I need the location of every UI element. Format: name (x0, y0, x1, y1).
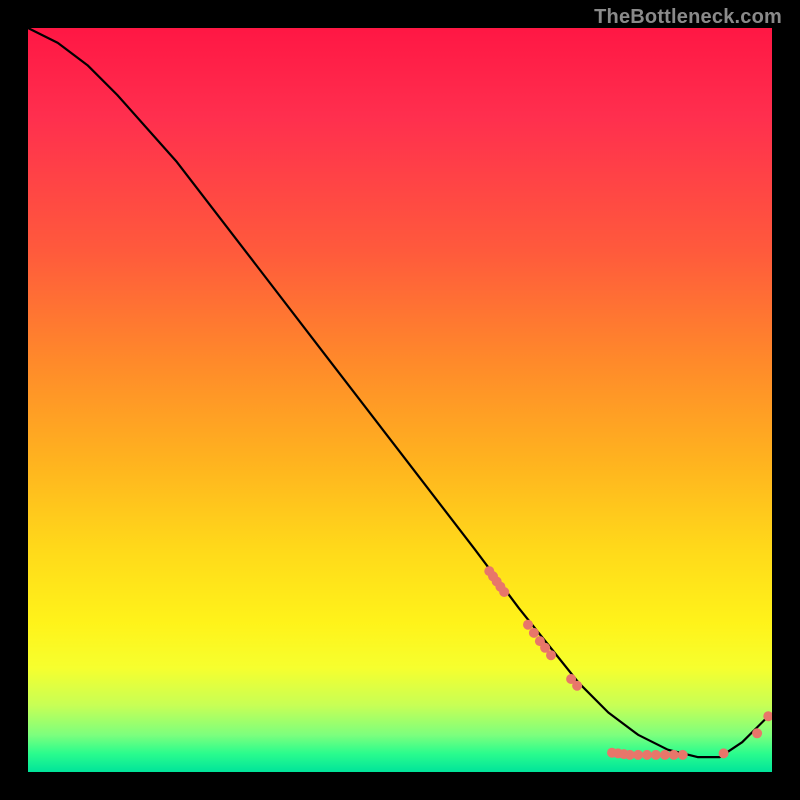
marker-dot (719, 748, 729, 758)
marker-dot (529, 628, 539, 638)
curve-layer (28, 28, 772, 772)
chart-stage: TheBottleneck.com (0, 0, 800, 800)
marker-dot (651, 750, 661, 760)
marker-dot (642, 750, 652, 760)
marker-dot (633, 750, 643, 760)
bottleneck-curve-path (28, 28, 765, 757)
plot-area (28, 28, 772, 772)
marker-dot (678, 750, 688, 760)
marker-dot (669, 750, 679, 760)
watermark-text: TheBottleneck.com (594, 6, 782, 29)
marker-dot (546, 650, 556, 660)
marker-dot (660, 750, 670, 760)
marker-dot (572, 681, 582, 691)
marker-dot (499, 587, 509, 597)
marker-dot (523, 620, 533, 630)
marker-dot (752, 728, 762, 738)
marker-group (484, 566, 772, 760)
